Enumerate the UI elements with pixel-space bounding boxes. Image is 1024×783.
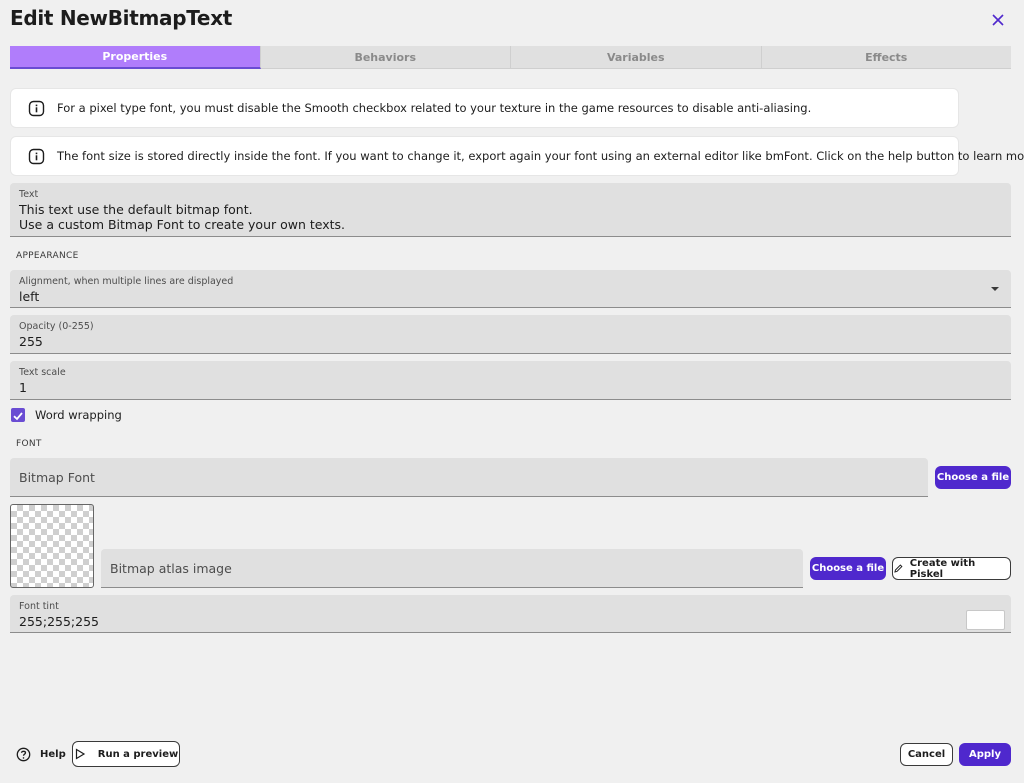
- opacity-field[interactable]: Opacity (0-255) 255: [10, 315, 1011, 354]
- font-tint-field[interactable]: Font tint 255;255;255: [10, 595, 1011, 633]
- info-box-pixel-font: For a pixel type font, you must disable …: [10, 88, 959, 128]
- cancel-button[interactable]: Cancel: [900, 743, 953, 766]
- info-text: For a pixel type font, you must disable …: [57, 101, 812, 115]
- font-tint-color-swatch[interactable]: [966, 610, 1005, 630]
- close-icon[interactable]: [989, 11, 1007, 29]
- info-icon: [28, 148, 45, 164]
- text-scale-value: 1: [19, 380, 27, 395]
- choose-atlas-file-button[interactable]: Choose a file: [810, 557, 886, 580]
- font-heading: FONT: [16, 439, 42, 449]
- bitmap-font-field[interactable]: Bitmap Font: [10, 458, 928, 497]
- alignment-select[interactable]: Alignment, when multiple lines are displ…: [10, 270, 1011, 308]
- tab-bar: Properties Behaviors Variables Effects: [10, 46, 1011, 69]
- opacity-label: Opacity (0-255): [19, 321, 94, 332]
- info-box-font-size: The font size is stored directly inside …: [10, 136, 1024, 176]
- text-field-label: Text: [19, 189, 39, 200]
- atlas-image-field[interactable]: Bitmap atlas image: [101, 549, 803, 588]
- alignment-value: left: [19, 289, 40, 304]
- tab-variables[interactable]: Variables: [511, 46, 762, 69]
- text-field-line-2: Use a custom Bitmap Font to create your …: [19, 217, 346, 232]
- dropdown-arrow-icon: [991, 287, 999, 291]
- help-icon: [16, 747, 31, 762]
- font-tint-value: 255;255;255: [19, 614, 99, 629]
- bitmap-font-placeholder: Bitmap Font: [19, 470, 95, 485]
- atlas-image-preview: [10, 504, 94, 588]
- help-label: Help: [40, 749, 66, 760]
- checkmark-icon: [13, 412, 23, 421]
- create-with-piskel-label: Create with Piskel: [909, 557, 976, 580]
- font-tint-label: Font tint: [19, 601, 59, 612]
- info-text: The font size is stored directly inside …: [57, 149, 1024, 163]
- pencil-icon: [894, 564, 903, 573]
- text-field[interactable]: Text This text use the default bitmap fo…: [10, 183, 1011, 237]
- create-with-piskel-button[interactable]: Create with Piskel: [892, 557, 1011, 580]
- dialog-title: Edit NewBitmapText: [10, 6, 233, 30]
- play-icon: [75, 748, 85, 760]
- atlas-image-placeholder: Bitmap atlas image: [110, 561, 232, 576]
- alignment-label: Alignment, when multiple lines are displ…: [19, 276, 234, 287]
- opacity-value: 255: [19, 334, 43, 349]
- tab-properties[interactable]: Properties: [10, 46, 261, 69]
- info-icon: [28, 100, 45, 116]
- text-scale-label: Text scale: [19, 367, 66, 378]
- choose-font-file-button[interactable]: Choose a file: [935, 466, 1011, 489]
- run-preview-button[interactable]: Run a preview: [72, 741, 180, 767]
- appearance-heading: APPEARANCE: [16, 251, 79, 261]
- word-wrapping-label: Word wrapping: [35, 408, 122, 422]
- tab-effects[interactable]: Effects: [761, 46, 1011, 69]
- text-scale-field[interactable]: Text scale 1: [10, 361, 1011, 400]
- run-preview-label: Run a preview: [97, 748, 179, 760]
- word-wrapping-checkbox[interactable]: [11, 408, 25, 422]
- text-field-line-1: This text use the default bitmap font.: [19, 202, 253, 217]
- apply-button[interactable]: Apply: [959, 743, 1011, 766]
- help-button[interactable]: Help: [16, 747, 66, 762]
- tab-behaviors[interactable]: Behaviors: [260, 46, 511, 69]
